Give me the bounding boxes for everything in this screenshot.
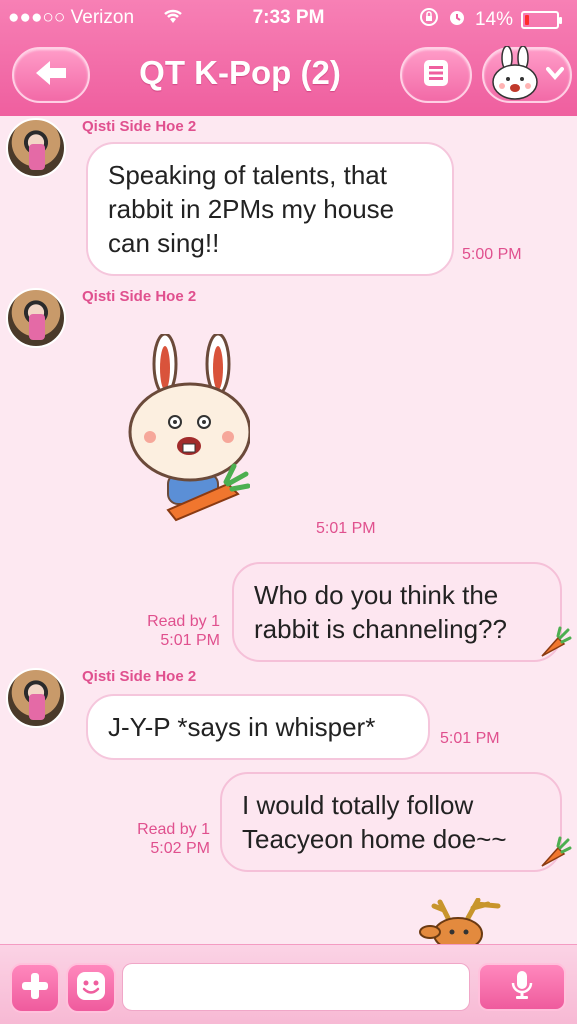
read-receipt: Read by 1 5:02 PM — [108, 820, 210, 858]
message-bubble[interactable]: Speaking of talents, that rabbit in 2PMs… — [86, 142, 454, 276]
message-bubble[interactable]: I would totally follow Teacyeon home doe… — [220, 772, 562, 872]
emoji-face-icon — [75, 970, 107, 1007]
rotation-lock-icon — [419, 7, 439, 33]
chat-area[interactable]: Qisti Side Hoe 2 Speaking of talents, th… — [0, 116, 577, 944]
message-line: Who do you think the — [254, 580, 499, 610]
message-line: Teacyeon home doe~~ — [242, 824, 507, 854]
voice-button[interactable] — [478, 963, 566, 1011]
rabbit-sticker-icon — [490, 44, 540, 105]
carrot-icon — [538, 836, 572, 875]
message-time: 5:00 PM — [462, 246, 522, 263]
battery-icon — [521, 11, 562, 29]
read-label: Read by 1 — [137, 821, 210, 838]
deer-sticker[interactable] — [408, 897, 508, 944]
sender-name: Qisti Side Hoe 2 — [82, 288, 197, 305]
avatar[interactable] — [6, 118, 66, 178]
read-receipt: Read by 1 5:01 PM — [120, 612, 220, 650]
microphone-icon — [510, 970, 534, 1005]
message-bubble[interactable]: Who do you think the rabbit is channelin… — [232, 562, 562, 662]
message-input[interactable] — [122, 963, 470, 1011]
message-line: I would totally follow — [242, 790, 474, 820]
message-line: can sing!! — [108, 228, 220, 258]
rabbit-carrot-sticker[interactable] — [120, 332, 252, 529]
back-arrow-icon — [34, 59, 68, 92]
alarm-icon — [447, 7, 467, 33]
message-time: 5:02 PM — [150, 840, 210, 857]
sender-name: Qisti Side Hoe 2 — [82, 118, 197, 135]
avatar[interactable] — [6, 668, 66, 728]
plus-icon — [20, 971, 50, 1006]
read-label: Read by 1 — [147, 613, 220, 630]
add-button[interactable] — [10, 963, 60, 1013]
message-line: Speaking of talents, that — [108, 160, 387, 190]
avatar[interactable] — [6, 288, 66, 348]
message-time: 5:01 PM — [316, 520, 376, 537]
message-time: 5:01 PM — [440, 730, 500, 747]
menu-list-icon — [423, 59, 449, 92]
status-right: 14% — [419, 7, 562, 33]
chevron-down-icon — [546, 66, 564, 85]
message-bubble[interactable]: J-Y-P *says in whisper* — [86, 694, 430, 760]
message-line: rabbit in 2PMs my house — [108, 194, 395, 224]
battery-percent: 14% — [474, 9, 513, 30]
sticker-menu-button[interactable] — [482, 44, 572, 105]
top-bar: ●●●○○ Verizon 7:33 PM 14% QT K-Pop (2) — [0, 0, 577, 116]
back-button[interactable] — [12, 47, 90, 103]
emoji-button[interactable] — [66, 963, 116, 1013]
carrot-icon — [538, 626, 572, 665]
page-title: QT K-Pop (2) — [139, 54, 341, 91]
status-bar: ●●●○○ Verizon 7:33 PM 14% — [0, 0, 577, 38]
message-line: J-Y-P *says in whisper* — [108, 712, 376, 742]
message-line: rabbit is channeling?? — [254, 614, 507, 644]
menu-button[interactable] — [400, 47, 472, 103]
sender-name: Qisti Side Hoe 2 — [82, 668, 197, 685]
message-time: 5:01 PM — [160, 632, 220, 649]
input-bar — [0, 944, 577, 1024]
battery-fill — [525, 15, 529, 25]
